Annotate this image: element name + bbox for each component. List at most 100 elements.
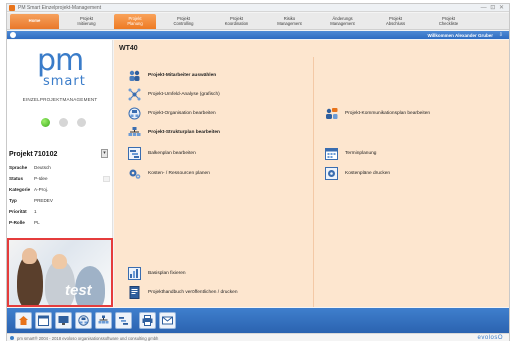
status-bar: pm smart® 2004 - 2018 evoloso organisati… xyxy=(7,333,509,341)
header-dot-icon xyxy=(10,32,16,38)
action-label: Balkenplan bearbeiten xyxy=(148,150,196,156)
project-select-button[interactable]: ▾ xyxy=(101,149,108,158)
toolbar-home-button[interactable] xyxy=(15,312,32,329)
toolbar-structure-button[interactable] xyxy=(95,312,112,329)
calendar-icon xyxy=(325,147,338,160)
action-label: Projekt-Kommunikationsplan bearbeiten xyxy=(345,110,431,116)
tab-label: Änderungs Management xyxy=(330,16,355,27)
detail-key-kategorie: Kategorie xyxy=(9,187,31,192)
status-light-gray xyxy=(59,118,68,127)
logo-wordmark: smart xyxy=(43,74,86,89)
toolbar-monitor-button[interactable] xyxy=(55,312,72,329)
person-face xyxy=(52,254,67,269)
mail-icon xyxy=(162,316,173,325)
action-balkenplan[interactable]: Balkenplan bearbeiten xyxy=(128,146,196,160)
action-label: Projekt-Umfeld-Analyse (grafisch) xyxy=(148,91,220,97)
status-icon xyxy=(10,335,14,340)
quick-access-toolbar xyxy=(7,308,509,333)
toolbar-mail-button[interactable] xyxy=(159,312,176,329)
module-tab-bar: Home Projekt Initiierung Projekt Planung… xyxy=(7,13,509,30)
project-number: 710102 xyxy=(34,151,58,158)
org-icon xyxy=(128,107,141,119)
tab-risiko-management[interactable]: Risiko Management xyxy=(264,14,315,29)
action-label: Projekt-Organisation bearbeiten xyxy=(148,110,216,116)
gears-icon xyxy=(129,169,141,179)
action-label: Projekt-Strukturplan bearbeiten xyxy=(148,129,220,135)
action-projekt-strukturplan[interactable]: Projekt-Strukturplan bearbeiten xyxy=(128,125,220,139)
tab-label: Projekt Controlling xyxy=(173,16,194,27)
print-icon xyxy=(142,315,153,326)
detail-key-typ: Typ xyxy=(9,198,17,203)
action-projekt-mitarbeiter[interactable]: Projekt-Mitarbeiter auswählen xyxy=(128,68,216,82)
print-costs-icon xyxy=(325,166,338,180)
tab-label: Projekt Planung xyxy=(127,16,143,27)
detail-key-p-rolle: P-Rolle xyxy=(9,220,25,225)
detail-value-kategorie: A-Proj. xyxy=(34,187,49,192)
detail-value-sprache: Deutsch xyxy=(34,165,51,170)
tab-projekt-checkliste[interactable]: Projekt Checkliste xyxy=(423,14,474,29)
people-icon xyxy=(129,70,140,81)
network-icon xyxy=(128,88,141,100)
team-photo: test xyxy=(7,238,113,307)
org-icon xyxy=(78,315,89,326)
status-light-gray xyxy=(77,118,86,127)
structure-icon xyxy=(128,126,141,136)
user-menu-icon[interactable]: ⇩ xyxy=(499,32,503,38)
action-kostenplaene-drucken[interactable]: Kostenpläne drucken xyxy=(325,166,390,180)
tab-label: Projekt Checkliste xyxy=(438,16,459,27)
tab-label: Risiko Management xyxy=(277,16,302,27)
tab-projekt-planung[interactable]: Projekt Planung xyxy=(114,14,156,29)
action-label: Terminplanung xyxy=(345,150,377,156)
toolbar-calendar-button[interactable] xyxy=(35,312,52,329)
tab-aenderungs-management[interactable]: Änderungs Management xyxy=(317,14,368,29)
detail-key-status: Status xyxy=(9,176,24,181)
window-title: PM Smart Einzelprojekt-Management xyxy=(18,5,102,11)
tab-label: Projekt Koordination xyxy=(224,16,249,27)
app-icon xyxy=(9,5,15,11)
tab-projekt-controlling[interactable]: Projekt Controlling xyxy=(158,14,209,29)
action-basisplan-fixieren[interactable]: Basisplan fixieren xyxy=(128,266,186,280)
copyright-text: pm smart® 2004 - 2018 evoloso organisati… xyxy=(17,335,159,341)
detail-value-typ: PREDEV xyxy=(34,198,53,203)
tab-home[interactable]: Home xyxy=(10,14,59,29)
action-label: Kostenpläne drucken xyxy=(345,170,391,176)
action-label: Projekt-Mitarbeiter auswählen xyxy=(148,72,217,78)
window-controls[interactable]: — ⊡ ✕ xyxy=(481,4,505,11)
gantt-icon xyxy=(119,317,128,325)
communication-icon xyxy=(326,107,338,119)
welcome-text: Willkommen Alexander Gruber xyxy=(427,32,493,38)
detail-key-prioritaet: Priorität xyxy=(9,209,27,214)
action-label: Projekthandbuch veröffentlichen / drucke… xyxy=(148,289,238,295)
action-kosten-ressourcen[interactable]: Kosten- / Ressourcen planen xyxy=(128,166,210,180)
home-icon xyxy=(19,316,28,325)
column-divider xyxy=(313,57,314,307)
structure-icon xyxy=(98,315,109,324)
action-label: Kosten- / Ressourcen planen xyxy=(148,170,210,176)
logo-subtitle: EINZELPROJEKTMANAGEMENT xyxy=(22,97,98,102)
tab-projekt-abschluss[interactable]: Projekt Abschluss xyxy=(370,14,421,29)
action-projekt-organisation[interactable]: Projekt-Organisation bearbeiten xyxy=(128,106,216,120)
status-field[interactable] xyxy=(103,176,110,182)
handbook-icon xyxy=(129,285,140,299)
toolbar-gantt-button[interactable] xyxy=(115,312,132,329)
tab-label: Home xyxy=(28,18,41,23)
action-projekthandbuch[interactable]: Projekthandbuch veröffentlichen / drucke… xyxy=(128,285,238,299)
app-window: PM Smart Einzelprojekt-Management — ⊡ ✕ … xyxy=(6,3,510,341)
detail-value-prioritaet: 1 xyxy=(34,209,37,214)
tab-projekt-initiierung[interactable]: Projekt Initiierung xyxy=(61,14,112,29)
page-title: WT40 xyxy=(119,45,138,52)
detail-value-p-rolle: PL xyxy=(34,220,40,225)
tab-projekt-koordination[interactable]: Projekt Koordination xyxy=(211,14,262,29)
tab-label: Projekt Initiierung xyxy=(77,16,96,27)
action-projekt-umfeld-analyse[interactable]: Projekt-Umfeld-Analyse (grafisch) xyxy=(128,87,220,101)
person-face xyxy=(22,248,37,264)
action-label: Basisplan fixieren xyxy=(148,270,186,276)
toolbar-org-button[interactable] xyxy=(75,312,92,329)
project-sidebar: pm smart EINZELPROJEKTMANAGEMENT Projekt… xyxy=(7,40,113,307)
planning-panel: WT40 Projekt-Mitarbeiter auswählen Proje… xyxy=(114,40,509,307)
monitor-icon xyxy=(58,316,69,325)
detail-value-status: P-Idee xyxy=(34,176,48,181)
toolbar-print-button[interactable] xyxy=(139,312,156,329)
action-kommunikationsplan[interactable]: Projekt-Kommunikationsplan bearbeiten xyxy=(325,106,430,120)
action-terminplanung[interactable]: Terminplanung xyxy=(325,146,376,160)
